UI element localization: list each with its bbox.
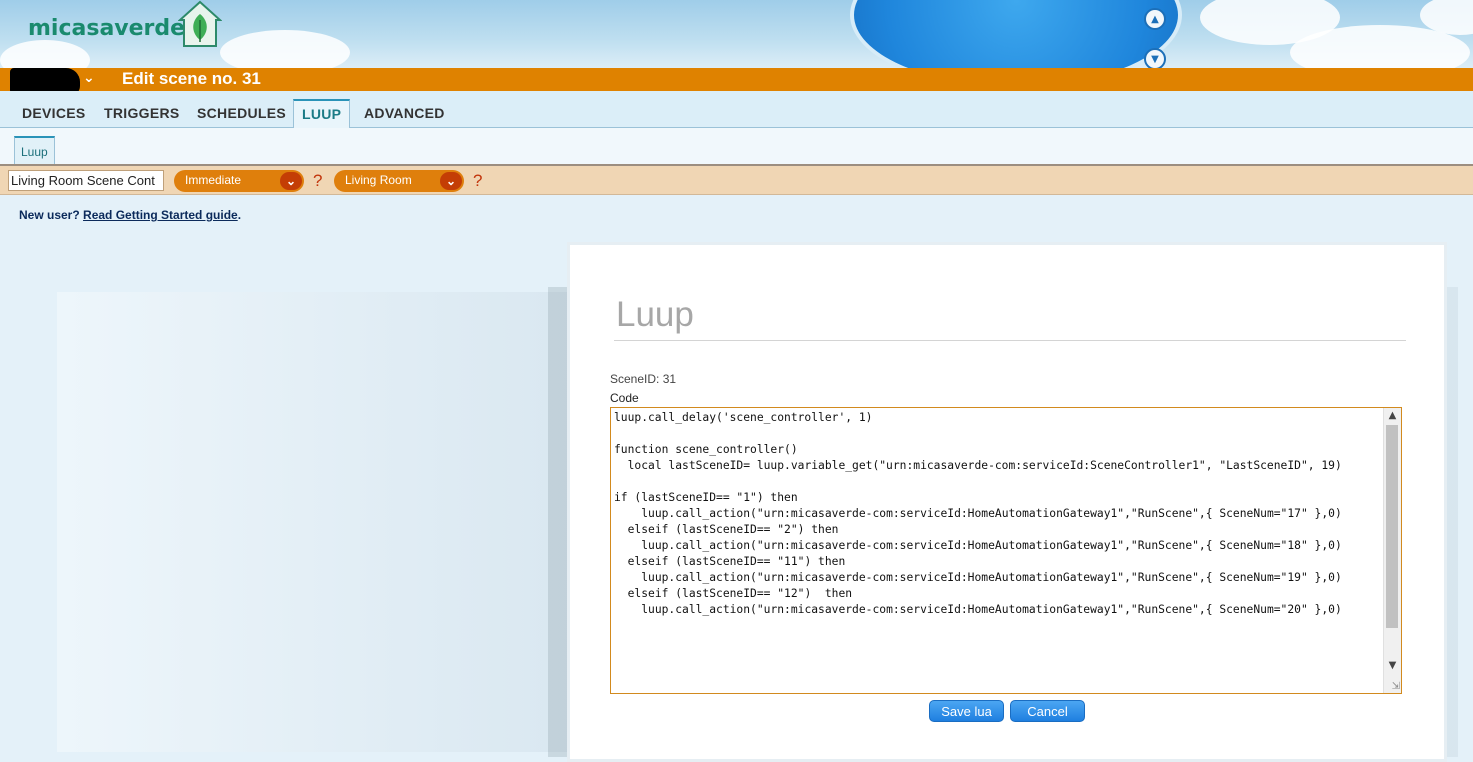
tab-devices[interactable]: DEVICES (22, 105, 86, 121)
room-select-value: Living Room (345, 173, 412, 187)
page-title: Edit scene no. 31 (122, 69, 261, 88)
dialog-title: Luup (616, 295, 694, 334)
brand-logo[interactable]: micasaverde (28, 16, 185, 41)
subtab-luup[interactable]: Luup (14, 136, 55, 166)
resize-handle-icon[interactable]: ⇲ (1392, 681, 1400, 692)
sub-tabs: Luup (0, 128, 1473, 166)
tab-advanced[interactable]: ADVANCED (364, 105, 445, 121)
divider (614, 340, 1406, 341)
house-leaf-icon (178, 0, 222, 47)
chevron-down-icon: ⌄ (280, 172, 302, 190)
room-select[interactable]: Living Room ⌄ (334, 170, 464, 192)
code-label: Code (610, 391, 639, 405)
scrollbar-thumb[interactable] (1386, 425, 1398, 628)
mode-select-value: Immediate (185, 173, 242, 187)
mode-select[interactable]: Immediate ⌄ (174, 170, 304, 192)
scroll-down-icon[interactable]: ▼ (1144, 48, 1166, 68)
code-scrollbar[interactable]: ▲ ▼ (1383, 408, 1401, 693)
help-mark-mode[interactable]: ? (313, 171, 322, 191)
title-bar: ⌄ Edit scene no. 31 (0, 68, 1473, 96)
tab-luup[interactable]: LUUP (293, 99, 351, 130)
code-editor[interactable]: luup.call_delay('scene_controller', 1) f… (610, 407, 1402, 694)
scene-globe: ▲ ▼ (850, 0, 1182, 68)
scene-bar: Living Room Scene Cont Immediate ⌄ ? Liv… (0, 164, 1473, 195)
scroll-up-icon[interactable]: ▲ (1144, 8, 1166, 30)
tab-triggers[interactable]: TRIGGERS (104, 105, 180, 121)
header-banner: micasaverde ▲ ▼ (0, 0, 1473, 68)
background-panel (57, 292, 577, 752)
chevron-down-icon[interactable]: ⌄ (83, 70, 95, 86)
new-user-prefix: New user? (19, 208, 80, 222)
getting-started-link[interactable]: Read Getting Started guide (83, 208, 238, 222)
save-lua-button[interactable]: Save lua (929, 700, 1004, 722)
main-tabs: DEVICES TRIGGERS SCHEDULES LUUP ADVANCED (0, 91, 1473, 130)
scroll-up-arrow-icon[interactable]: ▲ (1384, 408, 1401, 424)
scene-name-input[interactable]: Living Room Scene Cont (8, 170, 164, 191)
cancel-button[interactable]: Cancel (1010, 700, 1085, 722)
tab-schedules[interactable]: SCHEDULES (197, 105, 286, 121)
scroll-down-arrow-icon[interactable]: ▼ (1384, 658, 1401, 674)
help-mark-room[interactable]: ? (473, 171, 482, 191)
new-user-hint: New user? Read Getting Started guide. (19, 208, 241, 222)
luup-dialog: Luup SceneID: 31 Code luup.call_delay('s… (567, 242, 1447, 762)
new-user-suffix: . (237, 208, 242, 222)
scene-id-label: SceneID: 31 (610, 372, 677, 386)
chevron-down-icon: ⌄ (440, 172, 462, 190)
code-text[interactable]: luup.call_delay('scene_controller', 1) f… (614, 410, 1379, 618)
